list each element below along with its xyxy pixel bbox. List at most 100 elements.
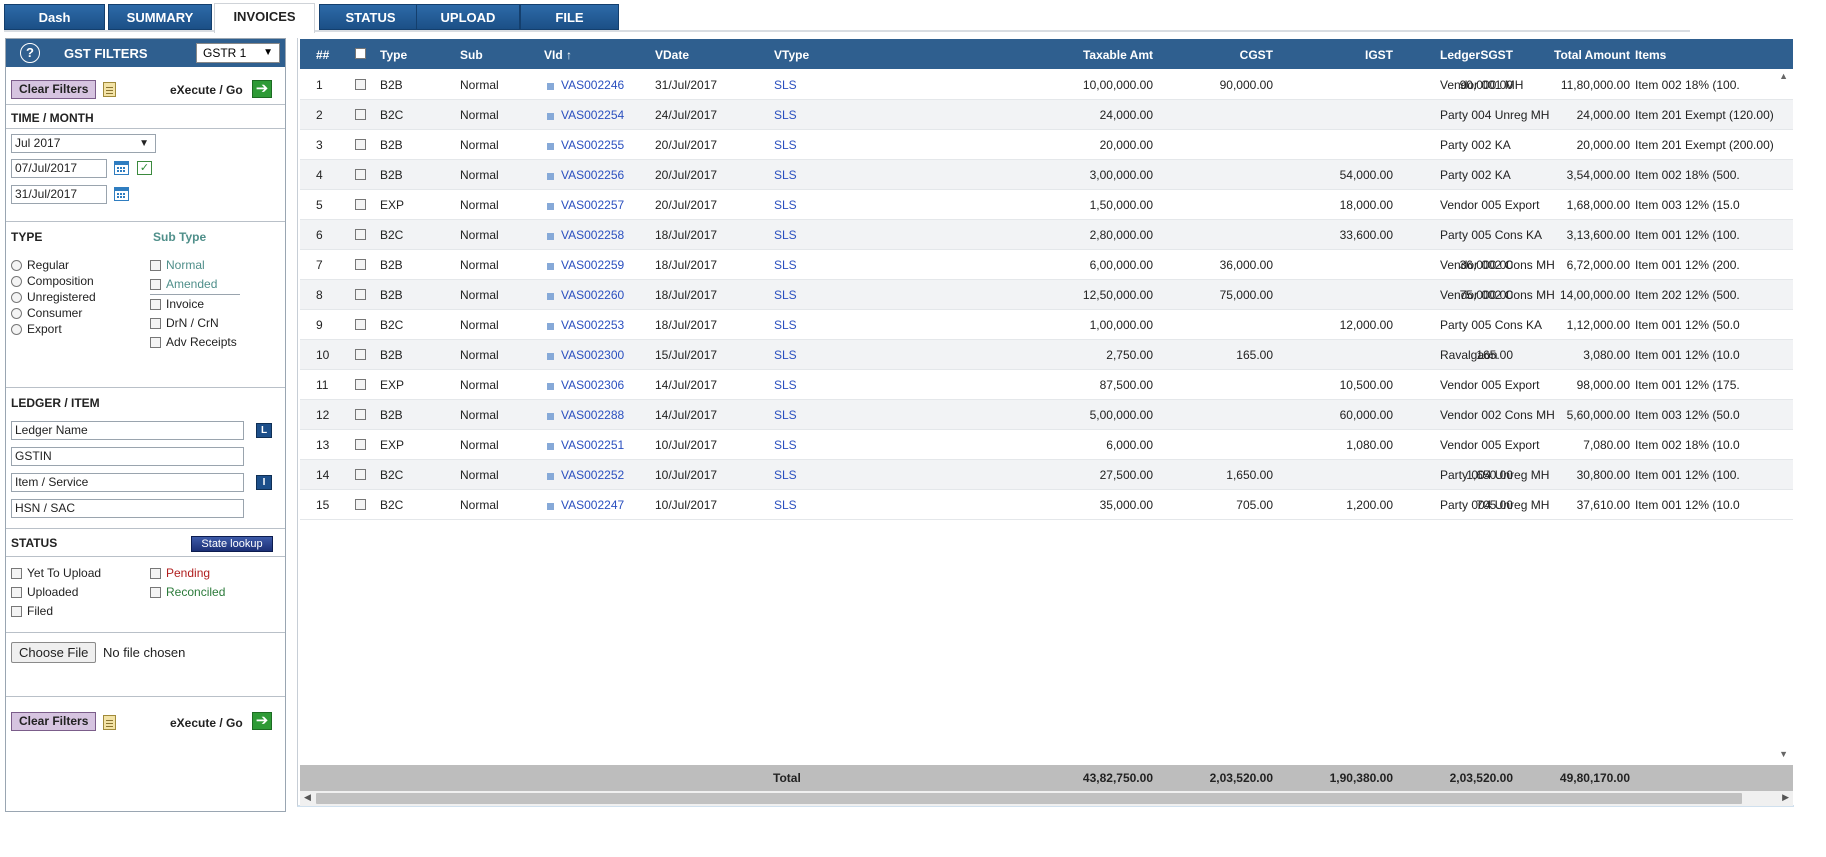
row-checkbox[interactable] [355, 79, 366, 90]
type-composition-radio[interactable] [11, 276, 22, 287]
status-filed-checkbox[interactable] [11, 606, 22, 617]
col-taxable[interactable]: Taxable Amt [1083, 48, 1153, 62]
subtype-normal-checkbox[interactable] [150, 260, 161, 271]
clear-filters-button-bottom[interactable]: Clear Filters [11, 712, 97, 731]
help-icon[interactable]: ? [20, 43, 40, 63]
row-checkbox[interactable] [355, 139, 366, 150]
col-igst[interactable]: IGST [1365, 48, 1393, 62]
table-row[interactable]: 9 B2C Normal VAS002253 18/Jul/2017 SLS 1,00,00… [300, 310, 1793, 340]
row-checkbox[interactable] [355, 229, 366, 240]
row-checkbox[interactable] [355, 439, 366, 450]
table-row[interactable]: 6 B2C Normal VAS002258 18/Jul/2017 SLS 2,80,00… [300, 220, 1793, 250]
cell-vid[interactable]: VAS002255 [561, 138, 624, 152]
doc-drcr-checkbox[interactable] [150, 318, 161, 329]
doc-invoice-checkbox[interactable] [150, 299, 161, 310]
row-checkbox[interactable] [355, 259, 366, 270]
cell-vid[interactable]: VAS002260 [561, 288, 624, 302]
tab-summary[interactable]: SUMMARY [108, 4, 212, 30]
item-lookup-button[interactable]: I [256, 475, 272, 490]
horizontal-scrollbar[interactable]: ◀ ▶ [300, 791, 1793, 806]
col-vid[interactable]: VId ↑ [544, 48, 572, 62]
cell-vid[interactable]: VAS002256 [561, 168, 624, 182]
col-num[interactable]: ## [316, 48, 329, 62]
calendar-icon[interactable] [114, 161, 129, 175]
type-unregistered-radio[interactable] [11, 292, 22, 303]
cell-vid[interactable]: VAS002251 [561, 438, 624, 452]
table-row[interactable]: 1 B2B Normal VAS002246 31/Jul/2017 SLS 10,00,0… [300, 70, 1793, 100]
table-row[interactable]: 7 B2B Normal VAS002259 18/Jul/2017 SLS 6,00,00… [300, 250, 1793, 280]
subtype-amended-checkbox[interactable] [150, 279, 161, 290]
ledger-name-input[interactable]: Ledger Name [11, 421, 244, 440]
cell-vid[interactable]: VAS002253 [561, 318, 624, 332]
table-row[interactable]: 14 B2C Normal VAS002252 10/Jul/2017 SLS 27,500… [300, 460, 1793, 490]
to-date-input[interactable]: 31/Jul/2017 [11, 185, 107, 204]
cell-vid[interactable]: VAS002257 [561, 198, 624, 212]
status-uploaded-checkbox[interactable] [11, 587, 22, 598]
table-row[interactable]: 5 EXP Normal VAS002257 20/Jul/2017 SLS 1,50,00… [300, 190, 1793, 220]
row-checkbox[interactable] [355, 349, 366, 360]
cell-vid[interactable]: VAS002259 [561, 258, 624, 272]
table-row[interactable]: 4 B2B Normal VAS002256 20/Jul/2017 SLS 3,00,00… [300, 160, 1793, 190]
doc-adv-receipts-checkbox[interactable] [150, 337, 161, 348]
select-all-checkbox[interactable] [355, 48, 366, 59]
tab-status[interactable]: STATUS [319, 4, 422, 30]
type-regular-radio[interactable] [11, 260, 22, 271]
row-checkbox[interactable] [355, 289, 366, 300]
col-total[interactable]: Total Amount [1554, 48, 1630, 62]
tab-file[interactable]: FILE [520, 4, 619, 30]
status-yet-to-upload-checkbox[interactable] [11, 568, 22, 579]
col-ledger[interactable]: Ledger [1440, 48, 1480, 62]
table-row[interactable]: 12 B2B Normal VAS002288 14/Jul/2017 SLS 5,00,0… [300, 400, 1793, 430]
month-select[interactable]: Jul 2017 ▼ [11, 134, 156, 153]
tab-invoices[interactable]: INVOICES [214, 3, 315, 33]
row-checkbox[interactable] [355, 469, 366, 480]
cell-vid[interactable]: VAS002306 [561, 378, 624, 392]
table-row[interactable]: 8 B2B Normal VAS002260 18/Jul/2017 SLS 12,50,0… [300, 280, 1793, 310]
go-arrow-icon[interactable]: ➔ [252, 712, 272, 730]
cell-vid[interactable]: VAS002258 [561, 228, 624, 242]
cell-vid[interactable]: VAS002247 [561, 498, 624, 512]
row-checkbox[interactable] [355, 409, 366, 420]
col-sgst[interactable]: SGST [1480, 48, 1513, 62]
col-vtype[interactable]: VType [774, 48, 809, 62]
scroll-left-icon[interactable]: ◀ [304, 792, 311, 803]
tab-dash[interactable]: Dash [4, 4, 105, 30]
state-lookup-button[interactable]: State lookup [191, 536, 273, 552]
table-row[interactable]: 15 B2C Normal VAS002247 10/Jul/2017 SLS 35,000… [300, 490, 1793, 520]
col-items[interactable]: Items [1635, 48, 1666, 62]
table-row[interactable]: 3 B2B Normal VAS002255 20/Jul/2017 SLS 20,000.… [300, 130, 1793, 160]
scroll-up-icon[interactable]: ▲ [1779, 71, 1788, 81]
cell-vid[interactable]: VAS002252 [561, 468, 624, 482]
type-consumer-radio[interactable] [11, 308, 22, 319]
item-service-input[interactable]: Item / Service [11, 473, 244, 492]
status-pending-checkbox[interactable] [150, 568, 161, 579]
cell-vid[interactable]: VAS002288 [561, 408, 624, 422]
table-row[interactable]: 13 EXP Normal VAS002251 10/Jul/2017 SLS 6,000.… [300, 430, 1793, 460]
col-sub[interactable]: Sub [460, 48, 483, 62]
calendar-icon[interactable] [114, 187, 129, 201]
cell-vid[interactable]: VAS002246 [561, 78, 624, 92]
choose-file-button[interactable]: Choose File [11, 642, 97, 663]
hsn-sac-input[interactable]: HSN / SAC [11, 499, 244, 518]
scrollbar-thumb[interactable] [316, 793, 1742, 804]
col-vdate[interactable]: VDate [655, 48, 689, 62]
scroll-right-icon[interactable]: ▶ [1782, 792, 1789, 803]
col-type[interactable]: Type [380, 48, 407, 62]
cell-vid[interactable]: VAS002300 [561, 348, 624, 362]
table-row[interactable]: 10 B2B Normal VAS002300 15/Jul/2017 SLS 2,750.… [300, 340, 1793, 370]
gstin-input[interactable]: GSTIN [11, 447, 244, 466]
from-date-input[interactable]: 07/Jul/2017 [11, 159, 107, 178]
row-checkbox[interactable] [355, 499, 366, 510]
row-checkbox[interactable] [355, 169, 366, 180]
col-cgst[interactable]: CGST [1240, 48, 1273, 62]
calendar-check-icon[interactable]: ✓ [137, 161, 152, 175]
tab-upload[interactable]: UPLOAD [416, 4, 520, 30]
gstr-select[interactable]: GSTR 1 ▼ [196, 43, 280, 63]
table-row[interactable]: 2 B2C Normal VAS002254 24/Jul/2017 SLS 24,000.… [300, 100, 1793, 130]
go-arrow-icon[interactable]: ➔ [252, 80, 272, 98]
status-reconciled-checkbox[interactable] [150, 587, 161, 598]
cell-vid[interactable]: VAS002254 [561, 108, 624, 122]
clear-filters-button[interactable]: Clear Filters [11, 80, 97, 99]
row-checkbox[interactable] [355, 379, 366, 390]
ledger-lookup-button[interactable]: L [256, 423, 272, 438]
